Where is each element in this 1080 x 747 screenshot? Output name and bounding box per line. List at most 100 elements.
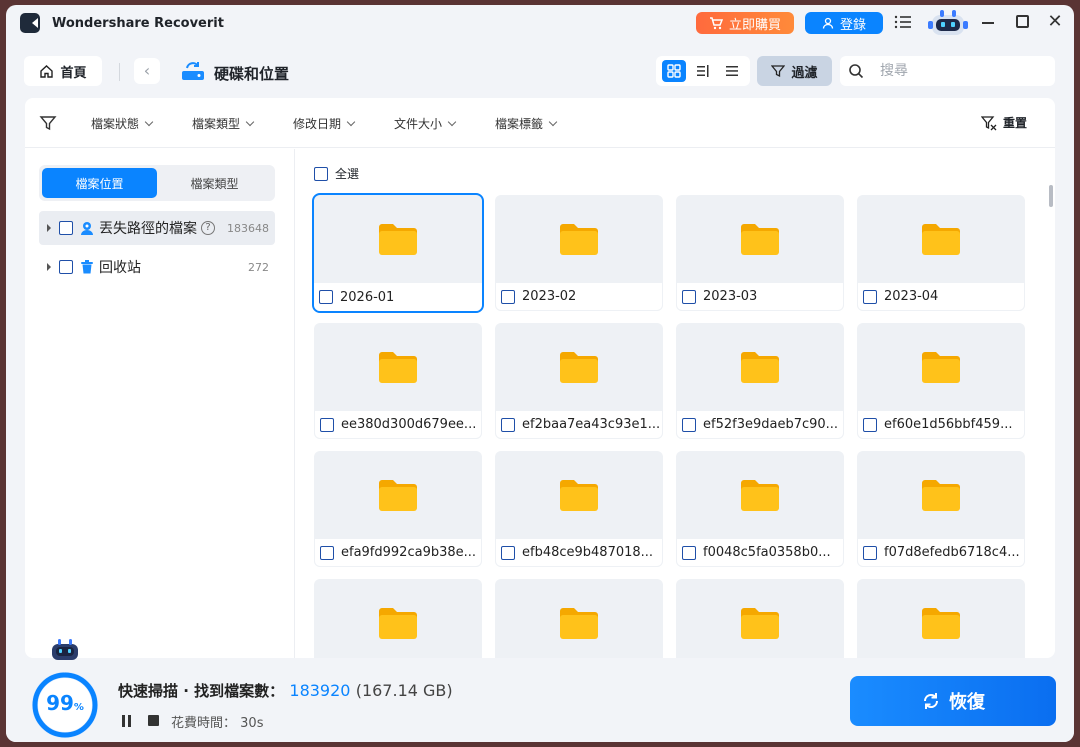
checkbox[interactable] — [682, 417, 696, 432]
stop-button[interactable] — [148, 715, 159, 726]
title-bar: Wondershare Recoverit 立即購買 登錄 ✕ — [6, 5, 1074, 43]
folder-card[interactable] — [857, 579, 1025, 658]
folder-name: 2023-04 — [884, 289, 939, 304]
folder-caption: f07d8efedb6718c4... — [857, 539, 1025, 567]
pause-button[interactable] — [122, 715, 132, 727]
buy-now-button[interactable]: 立即購買 — [696, 12, 794, 34]
folder-card[interactable]: efb48ce9b487018... — [495, 451, 663, 567]
file-status-dropdown[interactable]: 檔案狀態 — [91, 115, 154, 132]
folder-name: ef60e1d56bbf459... — [884, 417, 1013, 432]
folder-icon — [922, 480, 960, 511]
checkbox[interactable] — [59, 221, 73, 235]
folder-caption: 2023-04 — [857, 283, 1025, 311]
checkbox[interactable] — [682, 545, 696, 560]
folder-thumbnail — [676, 323, 844, 411]
file-status-label: 檔案狀態 — [91, 117, 140, 131]
expand-arrow-icon[interactable] — [47, 224, 51, 232]
folder-card[interactable]: ef2baa7ea43c93e1... — [495, 323, 663, 439]
folder-thumbnail — [857, 579, 1025, 658]
reset-filters-button[interactable]: 重置 — [981, 114, 1027, 131]
folder-name: ee380d300d679ee... — [341, 417, 477, 432]
checkbox[interactable] — [320, 417, 334, 432]
folder-card[interactable]: f0048c5fa0358b0... — [676, 451, 844, 567]
folder-card[interactable] — [314, 579, 482, 658]
folder-thumbnail — [314, 451, 482, 539]
checkbox[interactable] — [682, 289, 696, 304]
recover-button[interactable]: 恢復 — [850, 676, 1056, 726]
grid-view-button[interactable] — [662, 60, 687, 82]
checkbox[interactable] — [863, 289, 877, 304]
minimize-icon[interactable] — [982, 22, 994, 24]
help-icon[interactable]: ? — [201, 221, 215, 235]
scan-summary: 快速掃描 · 找到檔案數： 183920 (167.14 GB) — [118, 680, 453, 701]
search-icon[interactable] — [848, 63, 864, 79]
elapsed-time: 花費時間： 30s — [171, 712, 263, 731]
folder-thumbnail — [314, 195, 482, 283]
file-tags-dropdown[interactable]: 檔案標籤 — [495, 115, 558, 132]
checkbox[interactable] — [501, 545, 515, 560]
folder-caption: 2023-02 — [495, 283, 663, 311]
folder-icon — [741, 352, 779, 383]
folder-caption: ee380d300d679ee... — [314, 411, 482, 439]
robot-assistant-icon[interactable] — [926, 7, 970, 39]
folder-card[interactable] — [676, 579, 844, 658]
folder-card[interactable]: efa9fd992ca9b38e... — [314, 451, 482, 567]
folder-card[interactable]: 2023-03 — [676, 195, 844, 311]
maximize-icon[interactable] — [1016, 15, 1029, 28]
scan-status-bar: 99% 快速掃描 · 找到檔案數： 183920 (167.14 GB) 花費時… — [6, 639, 1074, 742]
folder-card[interactable]: 2023-02 — [495, 195, 663, 311]
list-view-button[interactable] — [720, 60, 744, 82]
checkbox[interactable] — [319, 290, 333, 304]
folder-card[interactable] — [495, 579, 663, 658]
checkbox[interactable] — [501, 417, 515, 432]
app-window: Wondershare Recoverit 立即購買 登錄 ✕ 首頁 ‹ 硬碟和… — [6, 5, 1074, 742]
folder-card[interactable]: ef52f3e9daeb7c90... — [676, 323, 844, 439]
filter-button[interactable]: 過濾 — [757, 56, 832, 86]
home-button[interactable]: 首頁 — [24, 56, 102, 86]
login-button[interactable]: 登錄 — [805, 12, 883, 34]
file-size-dropdown[interactable]: 文件大小 — [394, 115, 457, 132]
folder-thumbnail — [857, 195, 1025, 283]
folder-icon — [741, 608, 779, 639]
main-panel: 檔案狀態 檔案類型 修改日期 文件大小 檔案標籤 重置 檔案位置 檔案類型 丟失… — [25, 98, 1055, 658]
tree-item-label: 回收站 — [99, 260, 141, 276]
tab-file-type[interactable]: 檔案類型 — [157, 168, 272, 198]
select-all-checkbox[interactable]: 全選 — [314, 165, 359, 182]
checkbox[interactable] — [863, 545, 877, 560]
folder-card[interactable]: 2023-04 — [857, 195, 1025, 311]
item-count: 183648 — [227, 221, 269, 235]
detail-view-button[interactable] — [691, 60, 715, 82]
checkbox[interactable] — [314, 166, 328, 181]
folder-card[interactable]: 2026-01 — [312, 193, 484, 313]
file-type-label: 檔案類型 — [192, 117, 241, 131]
folder-card[interactable]: ef60e1d56bbf459... — [857, 323, 1025, 439]
folder-thumbnail — [676, 451, 844, 539]
folder-caption: efb48ce9b487018... — [495, 539, 663, 567]
expand-arrow-icon[interactable] — [47, 263, 51, 271]
folder-thumbnail — [857, 451, 1025, 539]
folder-name: 2023-02 — [522, 289, 577, 304]
folder-thumbnail — [495, 579, 663, 658]
file-type-dropdown[interactable]: 檔案類型 — [192, 115, 255, 132]
grid-view-icon — [667, 64, 682, 78]
checkbox[interactable] — [863, 417, 877, 432]
checkbox[interactable] — [501, 289, 515, 304]
recoverit-logo-icon — [20, 13, 40, 33]
close-icon[interactable]: ✕ — [1046, 13, 1064, 31]
scrollbar[interactable] — [1049, 185, 1053, 207]
checkbox[interactable] — [320, 545, 334, 560]
folder-name: 2026-01 — [340, 289, 395, 305]
search-input[interactable] — [880, 61, 1045, 81]
modified-date-dropdown[interactable]: 修改日期 — [293, 115, 356, 132]
folder-card[interactable]: f07d8efedb6718c4... — [857, 451, 1025, 567]
checkbox[interactable] — [59, 260, 73, 274]
tree-item-lost-path[interactable]: 丟失路徑的檔案 ? 183648 — [39, 211, 275, 245]
folder-thumbnail — [314, 323, 482, 411]
tree-item-recycle-bin[interactable]: 回收站 272 — [39, 250, 275, 284]
back-button[interactable]: ‹ — [134, 58, 160, 84]
tab-file-location[interactable]: 檔案位置 — [42, 168, 157, 198]
menu-icon[interactable] — [894, 14, 912, 30]
folder-card[interactable]: ee380d300d679ee... — [314, 323, 482, 439]
item-count: 272 — [248, 260, 269, 274]
folder-caption: ef60e1d56bbf459... — [857, 411, 1025, 439]
